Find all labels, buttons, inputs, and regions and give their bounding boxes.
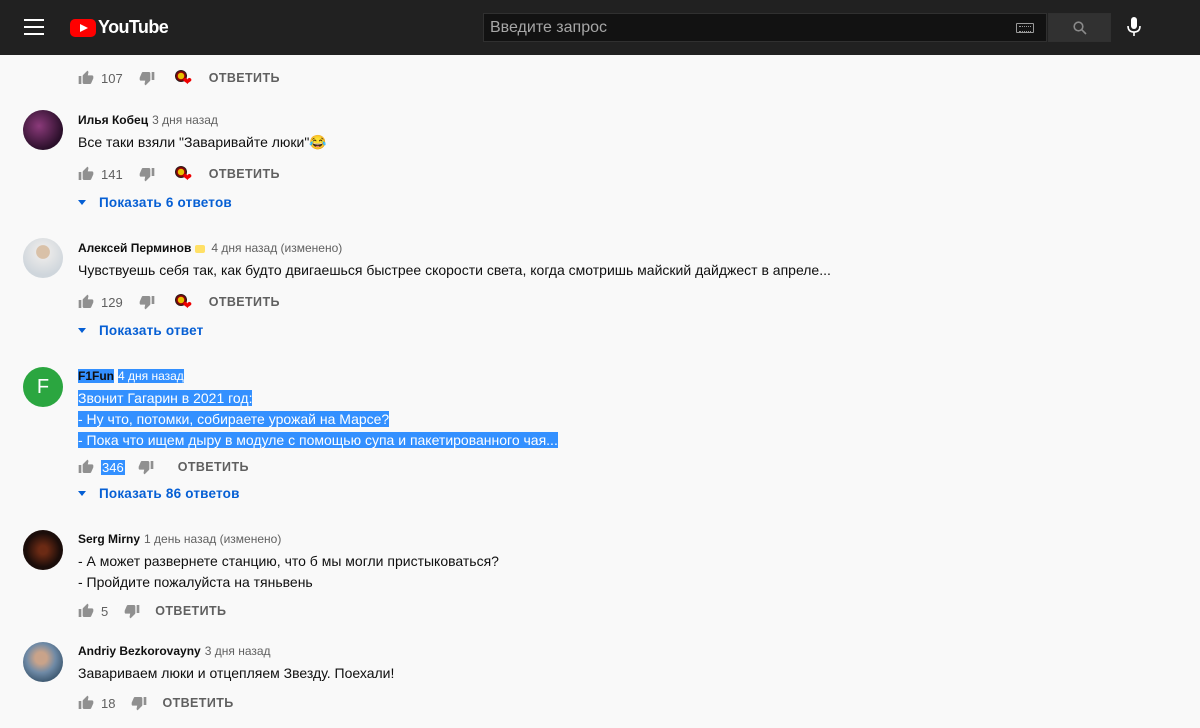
like-icon[interactable] xyxy=(78,695,94,711)
comment-header: Serg Mirny 1 день назад (изменено) xyxy=(78,532,281,546)
like-icon[interactable] xyxy=(78,70,94,86)
comment-header: Andriy Bezkorovayny 3 дня назад xyxy=(78,644,271,658)
dislike-icon[interactable] xyxy=(139,294,155,310)
show-replies-button[interactable]: Показать 6 ответов xyxy=(78,195,232,210)
chevron-down-icon xyxy=(78,328,86,333)
avatar[interactable] xyxy=(23,642,63,682)
comment-line: - Пока что ищем дыру в модуле с помощью … xyxy=(78,432,558,448)
sponsor-badge-icon xyxy=(195,244,206,253)
voice-search-button[interactable] xyxy=(1127,17,1141,42)
reply-button[interactable]: ОТВЕТИТЬ xyxy=(178,460,249,474)
dislike-icon[interactable] xyxy=(139,70,155,86)
dislike-icon[interactable] xyxy=(138,459,154,475)
reply-button[interactable]: ОТВЕТИТЬ xyxy=(162,696,233,710)
microphone-icon xyxy=(1127,17,1141,36)
avatar[interactable] xyxy=(23,530,63,570)
show-replies-button[interactable]: Показать 86 ответов xyxy=(78,486,240,501)
menu-icon[interactable] xyxy=(24,19,44,35)
search-box xyxy=(483,13,1047,42)
comment-time[interactable]: 3 дня назад xyxy=(205,644,271,658)
comment-time[interactable]: 1 день назад (изменено) xyxy=(144,532,281,546)
avatar[interactable]: F xyxy=(23,367,63,407)
chevron-down-icon xyxy=(78,491,86,496)
like-icon[interactable] xyxy=(78,166,94,182)
comment-line: - Пройдите пожалуйста на тяньвень xyxy=(78,574,313,590)
chevron-down-icon xyxy=(78,200,86,205)
show-replies-label: Показать 6 ответов xyxy=(99,195,232,210)
like-icon[interactable] xyxy=(78,294,94,310)
like-count: 5 xyxy=(101,603,109,619)
comment-line: Звонит Гагарин в 2021 год: xyxy=(78,390,253,406)
creator-heart-icon: ❤ xyxy=(174,294,197,312)
like-icon[interactable] xyxy=(78,459,94,475)
comment-actions: 346 ОТВЕТИТЬ xyxy=(78,457,249,477)
like-count: 141 xyxy=(101,166,123,182)
author-name[interactable]: Илья Кобец xyxy=(78,113,148,127)
comment-line: Завариваем люки и отцепляем Звезду. Поех… xyxy=(78,665,395,681)
reply-button[interactable]: ОТВЕТИТЬ xyxy=(209,167,280,181)
like-count: 18 xyxy=(101,695,116,711)
avatar[interactable] xyxy=(23,238,63,278)
author-name[interactable]: Алексей Перминов xyxy=(78,241,191,255)
show-replies-label: Показать 86 ответов xyxy=(99,486,240,501)
like-count: 107 xyxy=(101,70,123,86)
keyboard-icon[interactable] xyxy=(1016,23,1034,33)
author-name[interactable]: F1Fun xyxy=(78,369,114,383)
search-input[interactable] xyxy=(484,18,1004,37)
comment-time[interactable]: 4 дня назад (изменено) xyxy=(211,241,342,255)
search-button[interactable] xyxy=(1048,13,1111,42)
author-name[interactable]: Serg Mirny xyxy=(78,532,140,546)
comment-line: Чувствуешь себя так, как будто двигаешьс… xyxy=(78,262,831,278)
comment-header: Илья Кобец 3 дня назад xyxy=(78,113,218,127)
comment-line: Все таки взяли "Заваривайте люки"😂 xyxy=(78,134,327,150)
comment-text: Чувствуешь себя так, как будто двигаешьс… xyxy=(78,260,831,281)
like-icon[interactable] xyxy=(78,603,94,619)
avatar[interactable] xyxy=(23,110,63,150)
like-count: 346 xyxy=(101,459,125,475)
comment-text: Завариваем люки и отцепляем Звезду. Поех… xyxy=(78,663,394,684)
reply-button[interactable]: ОТВЕТИТЬ xyxy=(209,71,280,85)
masthead: YouTube xyxy=(0,0,1200,55)
comment-actions: 141 ❤ ОТВЕТИТЬ xyxy=(78,164,280,184)
comment-header: F1Fun 4 дня назад xyxy=(78,369,184,383)
comment-line: - А может развернете станцию, что б мы м… xyxy=(78,553,499,569)
comment-text: Звонит Гагарин в 2021 год: - Ну что, пот… xyxy=(78,388,558,451)
creator-heart-icon: ❤ xyxy=(174,166,197,184)
comment-actions: 129 ❤ ОТВЕТИТЬ xyxy=(78,292,280,312)
comment-header: Алексей Перминов 4 дня назад (изменено) xyxy=(78,241,342,255)
comment-actions: 107 ❤ ОТВЕТИТЬ xyxy=(78,68,280,88)
reply-button[interactable]: ОТВЕТИТЬ xyxy=(209,295,280,309)
reply-button[interactable]: ОТВЕТИТЬ xyxy=(155,604,226,618)
comment-actions: 5 ОТВЕТИТЬ xyxy=(78,601,226,621)
author-name[interactable]: Andriy Bezkorovayny xyxy=(78,644,201,658)
comment-line: - Ну что, потомки, собираете урожай на М… xyxy=(78,411,390,427)
logo-text: YouTube xyxy=(98,17,169,37)
dislike-icon[interactable] xyxy=(124,603,140,619)
comment-text: Все таки взяли "Заваривайте люки"😂 xyxy=(78,132,327,153)
comment-actions: 18 ОТВЕТИТЬ xyxy=(78,693,234,713)
comment-time[interactable]: 3 дня назад xyxy=(152,113,218,127)
comment-time[interactable]: 4 дня назад xyxy=(118,369,184,383)
play-logo-icon xyxy=(70,18,96,37)
dislike-icon[interactable] xyxy=(131,695,147,711)
search-icon xyxy=(1073,21,1087,35)
creator-heart-icon: ❤ xyxy=(174,70,197,88)
like-count: 129 xyxy=(101,294,123,310)
dislike-icon[interactable] xyxy=(139,166,155,182)
comment-text: - А может развернете станцию, что б мы м… xyxy=(78,551,499,593)
show-replies-label: Показать ответ xyxy=(99,323,204,338)
show-replies-button[interactable]: Показать ответ xyxy=(78,323,203,338)
youtube-logo[interactable]: YouTube xyxy=(70,17,169,38)
